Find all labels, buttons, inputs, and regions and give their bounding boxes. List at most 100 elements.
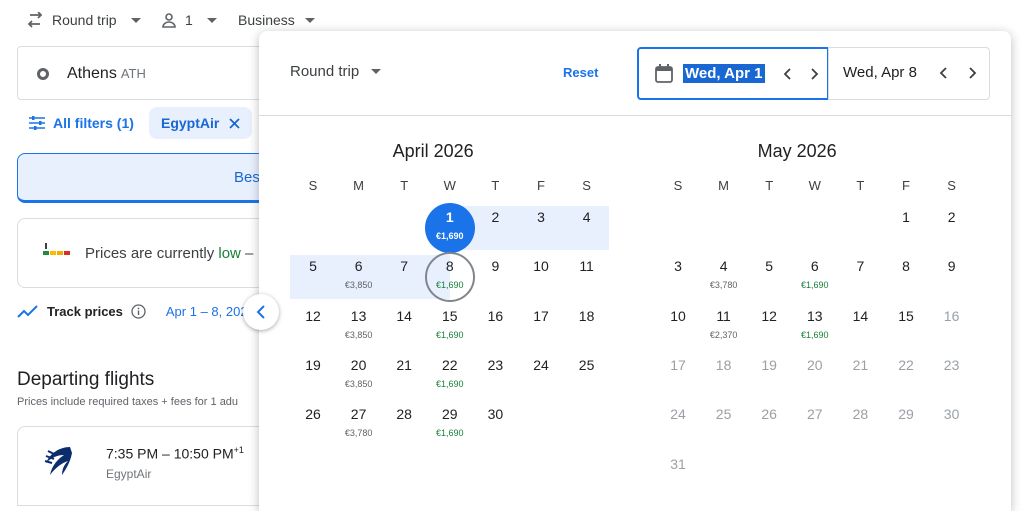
- calendar-day: 29: [883, 398, 929, 447]
- chevron-right-icon[interactable]: [963, 64, 981, 82]
- calendar-day[interactable]: 2: [929, 201, 975, 250]
- calendar-day[interactable]: 11: [564, 250, 610, 299]
- day-number: 15: [898, 307, 914, 324]
- weekday-header: W: [808, 178, 821, 193]
- day-number: 16: [487, 307, 504, 324]
- calendar-day[interactable]: 22 €1,690: [427, 349, 473, 398]
- calendar-day[interactable]: 13 €1,690: [792, 300, 838, 349]
- calendar-day[interactable]: 9: [929, 250, 975, 299]
- calendar-day[interactable]: 24: [518, 349, 564, 398]
- day-number: 4: [582, 209, 591, 225]
- flight-airline: EgyptAir: [106, 467, 152, 481]
- calendar-day[interactable]: 30: [472, 398, 518, 447]
- calendar-day[interactable]: 4 €3,780: [701, 250, 747, 299]
- calendar-day[interactable]: 18: [564, 300, 610, 349]
- weekday-header: S: [673, 178, 683, 193]
- filter-sliders-icon: [29, 116, 45, 130]
- day-price: €1,690: [436, 280, 464, 291]
- calendar-day[interactable]: 3: [518, 201, 564, 250]
- day-number: 28: [852, 406, 869, 423]
- calendar-day[interactable]: 7: [381, 250, 427, 299]
- chevron-left-icon[interactable]: [779, 65, 797, 83]
- day-price: €1,690: [801, 329, 829, 340]
- day-number: 27: [807, 406, 823, 423]
- calendar-day[interactable]: 15: [883, 300, 929, 349]
- calendar-day[interactable]: 5: [746, 250, 792, 299]
- day-number: 1: [902, 209, 910, 225]
- calendar-day: 17: [655, 349, 701, 398]
- cabin-class-selector[interactable]: Business: [238, 12, 315, 28]
- reset-button[interactable]: Reset: [563, 65, 598, 80]
- calendar-day[interactable]: 14: [837, 300, 883, 349]
- calendar-day[interactable]: 1: [883, 201, 929, 250]
- price-insight-card: Prices are currently low –: [17, 218, 277, 288]
- trend-line-icon: [17, 304, 38, 318]
- calendar-day[interactable]: 14: [381, 300, 427, 349]
- calendar-day[interactable]: 6 €3,850: [336, 250, 382, 299]
- origin-field[interactable]: Athens ATH: [17, 46, 277, 100]
- passenger-selector[interactable]: 1: [161, 12, 217, 28]
- return-date-field[interactable]: Wed, Apr 8: [828, 47, 990, 100]
- flight-result-card[interactable]: 7:35 PM – 10:50 PM+1 EgyptAir: [17, 426, 277, 506]
- day-number: 12: [305, 307, 321, 324]
- calendar-day[interactable]: 26: [290, 398, 336, 447]
- departure-date-field[interactable]: Wed, Apr 1: [637, 47, 829, 100]
- calendar-day: 19: [746, 349, 792, 398]
- day-number: 3: [674, 258, 682, 275]
- day-number: 28: [396, 406, 412, 423]
- calendar-day[interactable]: 11 €2,370: [701, 300, 747, 349]
- calendar-day[interactable]: 10: [655, 300, 701, 349]
- calendar-day[interactable]: 20 €3,850: [336, 349, 382, 398]
- weekday-header: F: [902, 178, 910, 193]
- day-number: 8: [902, 258, 910, 275]
- airline-filter-chip[interactable]: EgyptAir: [149, 107, 253, 139]
- calendar-day[interactable]: 19: [290, 349, 336, 398]
- calendar-day[interactable]: 1 €1,690: [427, 201, 473, 250]
- track-dates-link[interactable]: Apr 1 – 8, 202: [166, 304, 248, 319]
- weekday-header: M: [718, 178, 730, 193]
- return-date-value: Wed, Apr 8: [843, 64, 917, 81]
- picker-trip-type-selector[interactable]: Round trip: [290, 63, 382, 80]
- calendar-day[interactable]: 8: [883, 250, 929, 299]
- calendar-day[interactable]: 2: [472, 201, 518, 250]
- calendar-day[interactable]: 4: [564, 201, 610, 250]
- info-icon[interactable]: [131, 304, 146, 319]
- calendar-day[interactable]: 28: [381, 398, 427, 447]
- tab-best[interactable]: Bes: [17, 153, 277, 203]
- calendar-day[interactable]: 15 €1,690: [427, 300, 473, 349]
- calendar-day[interactable]: 6 €1,690: [792, 250, 838, 299]
- calendar-day[interactable]: 12: [290, 300, 336, 349]
- calendar-day[interactable]: 9: [472, 250, 518, 299]
- calendar-day[interactable]: 10: [518, 250, 564, 299]
- price-insight-text: Prices are currently low –: [85, 245, 254, 262]
- close-icon[interactable]: [229, 117, 240, 129]
- day-number: 1: [445, 209, 454, 225]
- calendar-day[interactable]: 8 €1,690: [427, 250, 473, 299]
- chevron-left-icon[interactable]: [935, 64, 953, 82]
- calendar-day[interactable]: 3: [655, 250, 701, 299]
- calendar-day[interactable]: 16: [472, 300, 518, 349]
- all-filters-button[interactable]: All filters (1): [29, 108, 134, 138]
- date-picker-dialog: Round trip Reset Wed, Apr 1 Wed, Apr 8 A…: [259, 31, 1011, 511]
- day-price: €1,690: [436, 378, 464, 389]
- calendar-day[interactable]: 7: [837, 250, 883, 299]
- calendar-day[interactable]: 23: [472, 349, 518, 398]
- chevron-right-icon[interactable]: [805, 65, 823, 83]
- calendar-day[interactable]: 12: [746, 300, 792, 349]
- day-number: 4: [719, 258, 728, 275]
- trip-type-selector[interactable]: Round trip: [26, 12, 141, 28]
- calendar-day[interactable]: 5: [290, 250, 336, 299]
- calendar-day[interactable]: 17: [518, 300, 564, 349]
- day-number: 14: [396, 307, 412, 324]
- day-number: 7: [856, 258, 865, 275]
- calendar-day: 25: [701, 398, 747, 447]
- calendar-day[interactable]: 27 €3,780: [336, 398, 382, 447]
- calendar-prev-button[interactable]: [243, 294, 279, 330]
- airline-chip-label: EgyptAir: [161, 115, 220, 131]
- calendar-day[interactable]: 25: [564, 349, 610, 398]
- calendar-day[interactable]: 21: [381, 349, 427, 398]
- calendar-day[interactable]: 13 €3,850: [336, 300, 382, 349]
- calendar-day[interactable]: 29 €1,690: [427, 398, 473, 447]
- calendar-day: 22: [883, 349, 929, 398]
- weekday-header: M: [353, 178, 365, 193]
